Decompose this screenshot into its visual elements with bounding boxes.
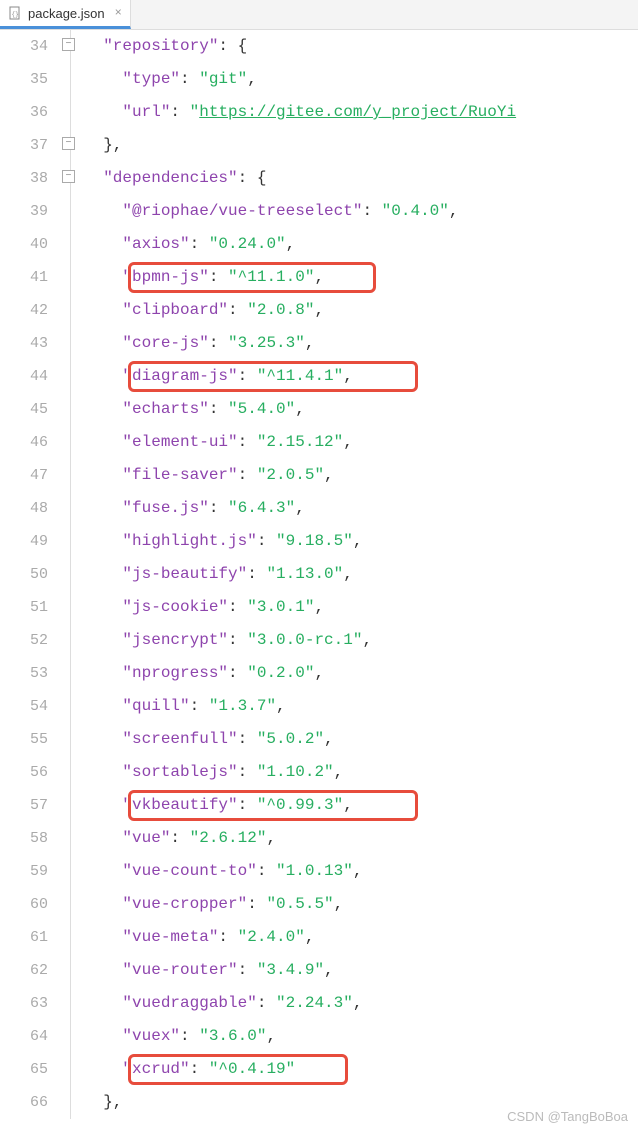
watermark: CSDN @TangBoBoa [507, 1109, 628, 1124]
line-number: 51 [0, 591, 48, 624]
line-number: 57 [0, 789, 48, 822]
line-number: 39 [0, 195, 48, 228]
fold-toggle-icon[interactable]: − [62, 137, 75, 150]
tab-bar: {} package.json × [0, 0, 638, 30]
code-area[interactable]: "repository": { "type": "git", "url": "h… [80, 30, 638, 1119]
dep-vue-count-to: "vue-count-to": "1.0.13", [84, 855, 638, 888]
line-number: 60 [0, 888, 48, 921]
line-number: 38 [0, 162, 48, 195]
line-number: 41 [0, 261, 48, 294]
dep-file-saver: "file-saver": "2.0.5", [84, 459, 638, 492]
dep-quill: "quill": "1.3.7", [84, 690, 638, 723]
line-number: 48 [0, 492, 48, 525]
line-number: 40 [0, 228, 48, 261]
line-number: 36 [0, 96, 48, 129]
dep-screenfull: "screenfull": "5.0.2", [84, 723, 638, 756]
dep-jsencrypt: "jsencrypt": "3.0.0-rc.1", [84, 624, 638, 657]
line-number: 55 [0, 723, 48, 756]
dep-echarts: "echarts": "5.4.0", [84, 393, 638, 426]
svg-text:{}: {} [12, 11, 19, 18]
dep-clipboard: "clipboard": "2.0.8", [84, 294, 638, 327]
tab-filename: package.json [28, 6, 105, 21]
line-number: 64 [0, 1020, 48, 1053]
line-number: 66 [0, 1086, 48, 1119]
line-number: 52 [0, 624, 48, 657]
line-number: 43 [0, 327, 48, 360]
dep-vue-cropper: "vue-cropper": "0.5.5", [84, 888, 638, 921]
line-number: 63 [0, 987, 48, 1020]
line-number: 47 [0, 459, 48, 492]
dep-vue: "vue": "2.6.12", [84, 822, 638, 855]
dep-element-ui: "element-ui": "2.15.12", [84, 426, 638, 459]
line-number: 35 [0, 63, 48, 96]
fold-toggle-icon[interactable]: − [62, 38, 75, 51]
line-number: 42 [0, 294, 48, 327]
line-number: 45 [0, 393, 48, 426]
repository-type: "type": "git", [84, 63, 638, 96]
dep-core-js: "core-js": "3.25.3", [84, 327, 638, 360]
fold-toggle-icon[interactable]: − [62, 170, 75, 183]
repository-url: "url": "https://gitee.com/y_project/RuoY… [84, 96, 638, 129]
line-number: 59 [0, 855, 48, 888]
json-file-icon: {} [8, 6, 22, 20]
line-number: 34 [0, 30, 48, 63]
repository-close: }, [84, 129, 638, 162]
line-number: 53 [0, 657, 48, 690]
dep-bpmn-js: "bpmn-js": "^11.1.0", [84, 261, 638, 294]
line-number: 58 [0, 822, 48, 855]
line-number: 62 [0, 954, 48, 987]
line-number: 49 [0, 525, 48, 558]
close-icon[interactable]: × [115, 6, 122, 20]
dep-vuedraggable: "vuedraggable": "2.24.3", [84, 987, 638, 1020]
dep-js-beautify: "js-beautify": "1.13.0", [84, 558, 638, 591]
dep-vue-router: "vue-router": "3.4.9", [84, 954, 638, 987]
dependencies-open: "dependencies": { [84, 162, 638, 195]
line-number: 44 [0, 360, 48, 393]
line-number: 61 [0, 921, 48, 954]
dep-vuex: "vuex": "3.6.0", [84, 1020, 638, 1053]
line-number: 37 [0, 129, 48, 162]
code-editor[interactable]: 3435363738394041424344454647484950515253… [0, 30, 638, 1119]
dep-axios: "axios": "0.24.0", [84, 228, 638, 261]
file-tab[interactable]: {} package.json × [0, 0, 131, 29]
line-number: 50 [0, 558, 48, 591]
dep-highlight-js: "highlight.js": "9.18.5", [84, 525, 638, 558]
dep-sortablejs: "sortablejs": "1.10.2", [84, 756, 638, 789]
line-number-gutter: 3435363738394041424344454647484950515253… [0, 30, 60, 1119]
dep-xcrud: "xcrud": "^0.4.19" [84, 1053, 638, 1086]
dep-fuse-js: "fuse.js": "6.4.3", [84, 492, 638, 525]
fold-gutter: − − − [60, 30, 80, 1119]
repository-open: "repository": { [84, 30, 638, 63]
line-number: 54 [0, 690, 48, 723]
dep-vkbeautify: "vkbeautify": "^0.99.3", [84, 789, 638, 822]
dep-js-cookie: "js-cookie": "3.0.1", [84, 591, 638, 624]
dep-diagram-js: "diagram-js": "^11.4.1", [84, 360, 638, 393]
line-number: 65 [0, 1053, 48, 1086]
dep-vue-meta: "vue-meta": "2.4.0", [84, 921, 638, 954]
dep--riophae-vue-treeselect: "@riophae/vue-treeselect": "0.4.0", [84, 195, 638, 228]
dep-nprogress: "nprogress": "0.2.0", [84, 657, 638, 690]
line-number: 46 [0, 426, 48, 459]
line-number: 56 [0, 756, 48, 789]
